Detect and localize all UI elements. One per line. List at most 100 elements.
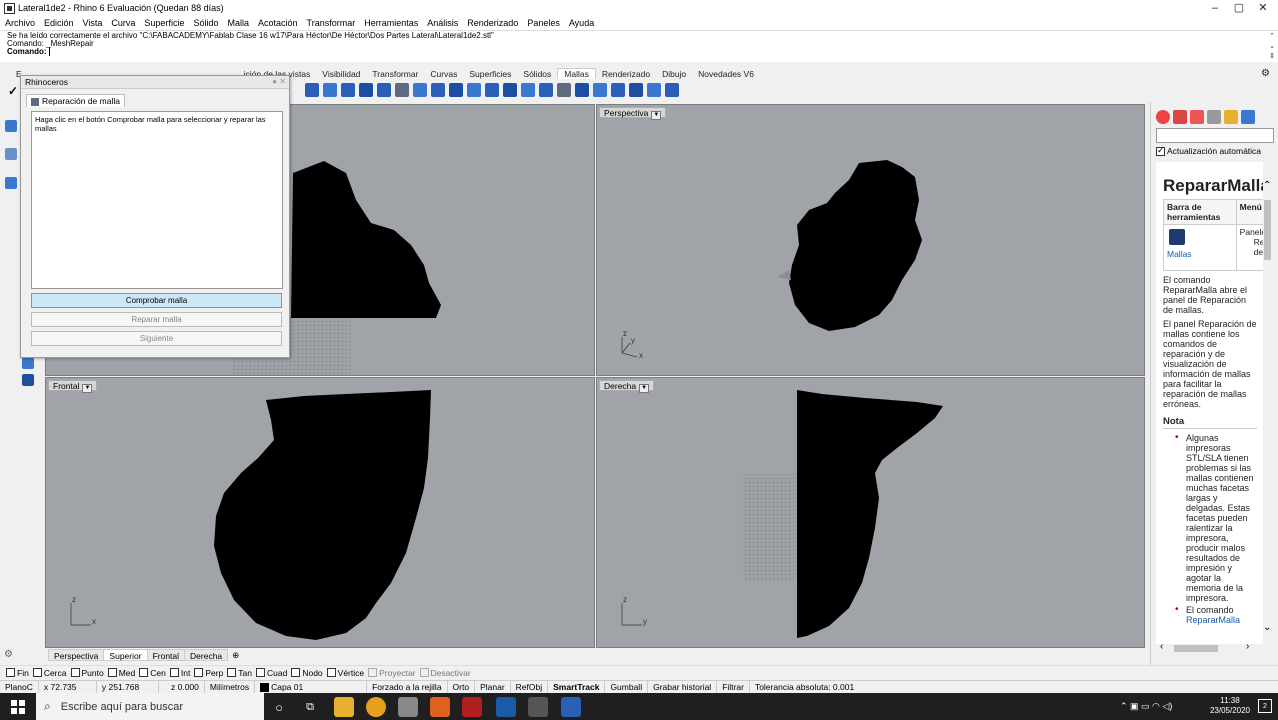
tab-novedades[interactable]: Novedades V6 bbox=[692, 69, 760, 79]
osnap-desactivar[interactable]: Desactivar bbox=[419, 668, 471, 678]
task-view-icon[interactable]: ⧉ bbox=[300, 697, 320, 717]
start-button[interactable] bbox=[0, 693, 36, 720]
link-reparar-malla[interactable]: RepararMalla bbox=[1186, 615, 1240, 625]
osnap-cen[interactable]: Cen bbox=[139, 668, 166, 678]
mesh-tool-icon[interactable] bbox=[413, 83, 427, 97]
status-units[interactable]: Milímetros bbox=[205, 680, 256, 694]
properties-icon[interactable] bbox=[1156, 110, 1170, 124]
osnap-tan[interactable]: Tan bbox=[227, 668, 252, 678]
help-icon[interactable] bbox=[1241, 110, 1255, 124]
status-ortho[interactable]: Orto bbox=[448, 680, 476, 694]
left-tool-icon[interactable] bbox=[22, 357, 34, 369]
tab-mesh-repair[interactable]: Reparación de malla bbox=[26, 94, 125, 107]
command-prompt[interactable]: Comando: bbox=[7, 47, 1278, 56]
status-grid-snap[interactable]: Forzado a la rejilla bbox=[367, 680, 448, 694]
osnap-vertice[interactable]: Vértice bbox=[326, 668, 364, 678]
status-osnap[interactable]: RefObj bbox=[511, 680, 549, 694]
osnap-med[interactable]: Med bbox=[107, 668, 135, 678]
status-filter[interactable]: Filtrar bbox=[717, 680, 750, 694]
menu-herramientas[interactable]: Herramientas bbox=[364, 18, 418, 28]
osnap-cuad[interactable]: Cuad bbox=[256, 668, 287, 678]
system-tray-icons[interactable]: ⌃ ▣ ▭ ◠ ◁) bbox=[1120, 701, 1172, 712]
tab-transformar[interactable]: Transformar bbox=[366, 69, 424, 79]
settings-gear-icon[interactable]: ⚙ bbox=[4, 649, 13, 660]
status-planar[interactable]: Planar bbox=[475, 680, 511, 694]
mesh-tool-icon[interactable] bbox=[341, 83, 355, 97]
left-tool-icon[interactable] bbox=[5, 120, 17, 132]
mesh-tool-icon[interactable] bbox=[593, 83, 607, 97]
status-plane[interactable]: PlanoC bbox=[0, 680, 39, 694]
mesh-tool-icon[interactable] bbox=[395, 83, 409, 97]
word-icon[interactable] bbox=[561, 697, 581, 717]
dialog-title[interactable]: Rhinoceros bbox=[21, 76, 289, 89]
tab-solidos[interactable]: Sólidos bbox=[517, 69, 557, 79]
mesh-tool-icon[interactable] bbox=[557, 83, 571, 97]
osnap-punto[interactable]: Punto bbox=[70, 668, 104, 678]
osnap-perp[interactable]: Perp bbox=[194, 668, 223, 678]
osnap-fin[interactable]: Fin bbox=[6, 668, 29, 678]
rhino-taskbar-icon[interactable] bbox=[528, 697, 548, 717]
left-tool-icon[interactable] bbox=[5, 177, 17, 189]
tab-frontal[interactable]: Frontal bbox=[146, 649, 186, 661]
edge-icon[interactable] bbox=[496, 697, 516, 717]
app-icon[interactable] bbox=[430, 697, 450, 717]
add-viewport-icon[interactable]: ⊕ bbox=[227, 649, 244, 661]
viewport-front[interactable]: Frontal ▼ z x bbox=[45, 377, 595, 648]
scroll-up-icon[interactable]: ⌃ bbox=[1269, 33, 1275, 41]
left-tool-icon[interactable] bbox=[22, 374, 34, 386]
help-search-input[interactable] bbox=[1156, 128, 1274, 143]
auto-update-checkbox[interactable]: Actualización automática bbox=[1156, 145, 1261, 156]
mesh-tool-icon[interactable] bbox=[467, 83, 481, 97]
tab-visibilidad[interactable]: Visibilidad bbox=[316, 69, 366, 79]
menu-curva[interactable]: Curva bbox=[111, 18, 135, 28]
osnap-nodo[interactable]: Nodo bbox=[291, 668, 323, 678]
layers-icon[interactable] bbox=[1173, 110, 1187, 124]
status-smarttrack[interactable]: SmartTrack bbox=[548, 680, 606, 694]
dialog-window-controls[interactable]: ● ✕ bbox=[272, 77, 286, 86]
menu-renderizado[interactable]: Renderizado bbox=[467, 18, 518, 28]
menu-solido[interactable]: Sólido bbox=[193, 18, 218, 28]
link-mallas[interactable]: Mallas bbox=[1167, 249, 1192, 259]
libraries-icon[interactable] bbox=[1224, 110, 1238, 124]
mesh-tool-icon[interactable] bbox=[431, 83, 445, 97]
menu-transformar[interactable]: Transformar bbox=[307, 18, 356, 28]
mesh-tool-icon[interactable] bbox=[449, 83, 463, 97]
status-history[interactable]: Grabar historial bbox=[648, 680, 718, 694]
menu-ayuda[interactable]: Ayuda bbox=[569, 18, 594, 28]
taskbar-clock[interactable]: 11:38 23/05/2020 bbox=[1210, 696, 1250, 716]
mesh-tool-icon[interactable] bbox=[521, 83, 535, 97]
app-icon[interactable] bbox=[398, 697, 418, 717]
menu-superficie[interactable]: Superficie bbox=[144, 18, 184, 28]
tab-curvas[interactable]: Curvas bbox=[424, 69, 463, 79]
file-explorer-icon[interactable] bbox=[334, 697, 354, 717]
tab-superior[interactable]: Superior bbox=[103, 649, 148, 661]
materials-icon[interactable] bbox=[1207, 110, 1221, 124]
chrome-icon[interactable] bbox=[366, 697, 386, 717]
mesh-tool-icon[interactable] bbox=[575, 83, 589, 97]
help-horizontal-scrollbar[interactable]: ‹ › bbox=[1160, 641, 1260, 654]
mesh-tool-icon[interactable] bbox=[647, 83, 661, 97]
menu-paneles[interactable]: Paneles bbox=[527, 18, 560, 28]
solidworks-icon[interactable] bbox=[462, 697, 482, 717]
tab-dibujo[interactable]: Dibujo bbox=[656, 69, 692, 79]
render-icon[interactable] bbox=[1190, 110, 1204, 124]
menu-archivo[interactable]: Archivo bbox=[5, 18, 35, 28]
mesh-tool-icon[interactable] bbox=[629, 83, 643, 97]
mesh-tool-icon[interactable] bbox=[539, 83, 553, 97]
status-layer[interactable]: Capa 01 bbox=[255, 680, 368, 694]
tab-perspectiva[interactable]: Perspectiva bbox=[48, 649, 105, 661]
mesh-tool-icon[interactable] bbox=[377, 83, 391, 97]
viewport-right[interactable]: Derecha ▼ z y bbox=[596, 377, 1145, 648]
close-button[interactable]: ✕ bbox=[1248, 0, 1278, 16]
command-options-icon[interactable]: ⇕ bbox=[1269, 53, 1275, 61]
repair-mesh-button[interactable]: Reparar malla bbox=[31, 312, 282, 327]
notification-center-icon[interactable]: 2 bbox=[1258, 699, 1272, 713]
mesh-tool-icon[interactable] bbox=[305, 83, 319, 97]
tab-mallas[interactable]: Mallas bbox=[557, 68, 596, 79]
menu-acotacion[interactable]: Acotación bbox=[258, 18, 298, 28]
viewport-perspective[interactable]: Perspectiva ▼ z y x bbox=[596, 104, 1145, 376]
menu-analisis[interactable]: Análisis bbox=[427, 18, 458, 28]
mesh-tool-icon[interactable] bbox=[485, 83, 499, 97]
tab-derecha[interactable]: Derecha bbox=[184, 649, 229, 661]
tabs-options-icon[interactable]: ⚙ bbox=[1255, 68, 1276, 79]
